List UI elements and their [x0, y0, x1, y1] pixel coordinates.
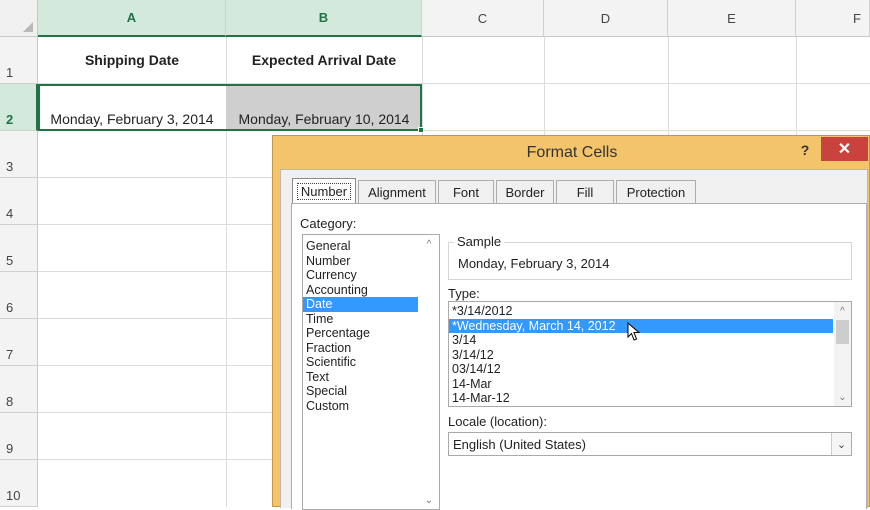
type-list[interactable]: *3/14/2012 *Wednesday, March 14, 2012 3/…	[448, 301, 852, 407]
category-item-accounting[interactable]: Accounting	[303, 283, 418, 298]
category-item-currency[interactable]: Currency	[303, 268, 418, 283]
category-item-date[interactable]: Date	[303, 297, 418, 312]
close-icon: ✕	[837, 141, 852, 158]
row-header-8[interactable]: 8	[0, 366, 38, 413]
tab-number[interactable]: Number	[292, 178, 356, 204]
locale-value: English (United States)	[453, 436, 586, 452]
type-scroll-up-icon[interactable]: ^	[834, 304, 851, 318]
fill-handle[interactable]	[418, 127, 424, 133]
category-item-text[interactable]: Text	[303, 370, 418, 385]
row-header-6[interactable]: 6	[0, 272, 38, 319]
row-header-7[interactable]: 7	[0, 319, 38, 366]
row-header-4[interactable]: 4	[0, 178, 38, 225]
column-header-f[interactable]: F	[796, 0, 870, 37]
row-header-5[interactable]: 5	[0, 225, 38, 272]
column-header-c[interactable]: C	[422, 0, 544, 37]
tab-font[interactable]: Font	[438, 180, 494, 204]
type-scroll-thumb[interactable]	[836, 320, 849, 344]
mouse-pointer-icon	[627, 322, 641, 341]
column-header-b[interactable]: B	[226, 0, 422, 37]
selection-border	[38, 84, 422, 131]
row-header-1[interactable]: 1	[0, 37, 38, 84]
category-scroll-up-icon[interactable]: ^	[421, 237, 437, 251]
cell-b1[interactable]: Expected Arrival Date	[226, 37, 422, 83]
type-scrollbar[interactable]: ^ ⌄	[834, 302, 851, 406]
category-item-general[interactable]: General	[303, 239, 418, 254]
dialog-body: Number Alignment Font Border Fill Protec…	[280, 169, 868, 510]
category-label: Category:	[300, 216, 357, 231]
row-header-2[interactable]: 2	[0, 84, 38, 131]
close-button[interactable]: ✕	[821, 137, 868, 161]
type-label: Type:	[448, 286, 480, 301]
tab-border[interactable]: Border	[496, 180, 554, 204]
category-item-fraction[interactable]: Fraction	[303, 341, 418, 356]
row-header-3[interactable]: 3	[0, 131, 38, 178]
locale-dropdown[interactable]: English (United States) ⌄	[448, 432, 852, 456]
row-header-9[interactable]: 9	[0, 413, 38, 460]
category-item-time[interactable]: Time	[303, 312, 418, 327]
type-item[interactable]: 14-Mar	[449, 377, 833, 392]
category-item-special[interactable]: Special	[303, 384, 418, 399]
category-item-percentage[interactable]: Percentage	[303, 326, 418, 341]
select-all-triangle-icon	[23, 22, 33, 32]
select-all-corner[interactable]	[0, 0, 38, 37]
type-item[interactable]: 03/14/12	[449, 362, 833, 377]
category-item-custom[interactable]: Custom	[303, 399, 418, 414]
type-item[interactable]: 3/14/12	[449, 348, 833, 363]
dialog-title: Format Cells	[526, 143, 618, 161]
type-item[interactable]: 14-Mar-12	[449, 391, 833, 406]
sample-value: Monday, February 3, 2014	[458, 256, 610, 271]
tab-alignment[interactable]: Alignment	[358, 180, 436, 204]
sample-label: Sample	[454, 234, 505, 249]
tab-protection[interactable]: Protection	[616, 180, 696, 204]
category-item-scientific[interactable]: Scientific	[303, 355, 418, 370]
format-cells-dialog: Format Cells ? ✕ Number Alignment Font B…	[272, 135, 870, 510]
column-header-a[interactable]: A	[38, 0, 226, 37]
cell-a1[interactable]: Shipping Date	[38, 37, 226, 83]
category-list[interactable]: General Number Currency Accounting Date …	[302, 234, 440, 510]
type-item[interactable]: *3/14/2012	[449, 304, 833, 319]
locale-label: Locale (location):	[448, 414, 547, 429]
column-header-e[interactable]: E	[668, 0, 796, 37]
category-item-number[interactable]: Number	[303, 254, 418, 269]
type-item[interactable]: 3/14	[449, 333, 833, 348]
chevron-down-icon[interactable]: ⌄	[831, 433, 851, 455]
column-header-d[interactable]: D	[544, 0, 668, 37]
row-header-10[interactable]: 10	[0, 460, 38, 507]
tab-fill[interactable]: Fill	[556, 180, 614, 204]
number-tab-panel: Category: General Number Currency Accoun…	[291, 203, 867, 510]
help-button[interactable]: ?	[795, 140, 815, 160]
type-item-selected[interactable]: *Wednesday, March 14, 2012	[449, 318, 833, 333]
type-scroll-down-icon[interactable]: ⌄	[834, 390, 851, 404]
category-scroll-down-icon[interactable]: ⌄	[421, 493, 437, 507]
tab-number-label: Number	[296, 183, 352, 200]
